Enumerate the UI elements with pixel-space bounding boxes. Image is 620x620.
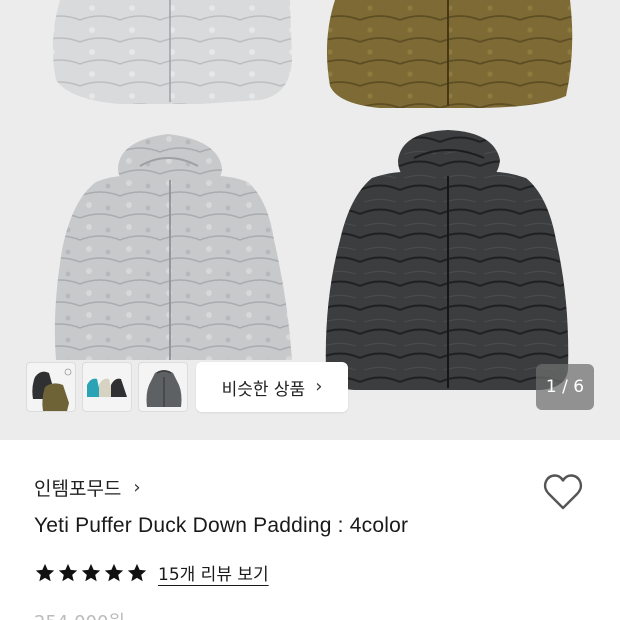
thumbnail-strip: [26, 362, 188, 412]
brand-link[interactable]: 인템포무드 ›: [34, 474, 141, 501]
rating-row: 15개 리뷰 보기: [34, 560, 269, 585]
star-icon: [35, 563, 55, 581]
product-image-gallery[interactable]: 비슷한 상품 › 1 / 6: [0, 0, 620, 440]
similar-products-label: 비슷한 상품: [221, 379, 306, 400]
chevron-right-icon: ›: [315, 376, 323, 397]
thumbnail-black-olive[interactable]: [26, 362, 76, 412]
star-icon: [127, 563, 147, 581]
star-icon: [104, 563, 124, 581]
thumbnail-grey[interactable]: [138, 362, 188, 412]
heart-icon[interactable]: [542, 472, 584, 512]
review-link[interactable]: 15개 리뷰 보기: [158, 560, 269, 585]
star-icon: [58, 563, 78, 581]
product-price: 254,000원: [34, 608, 125, 620]
brand-name: 인템포무드: [34, 478, 122, 500]
star-icon: [81, 563, 101, 581]
product-title: Yeti Puffer Duck Down Padding : 4color: [34, 514, 409, 537]
rating-stars: [34, 562, 148, 584]
similar-products-button[interactable]: 비슷한 상품 ›: [196, 362, 348, 412]
chevron-right-icon: ›: [133, 477, 141, 498]
image-counter: 1 / 6: [536, 364, 594, 410]
thumbnail-teal-mix[interactable]: [82, 362, 132, 412]
